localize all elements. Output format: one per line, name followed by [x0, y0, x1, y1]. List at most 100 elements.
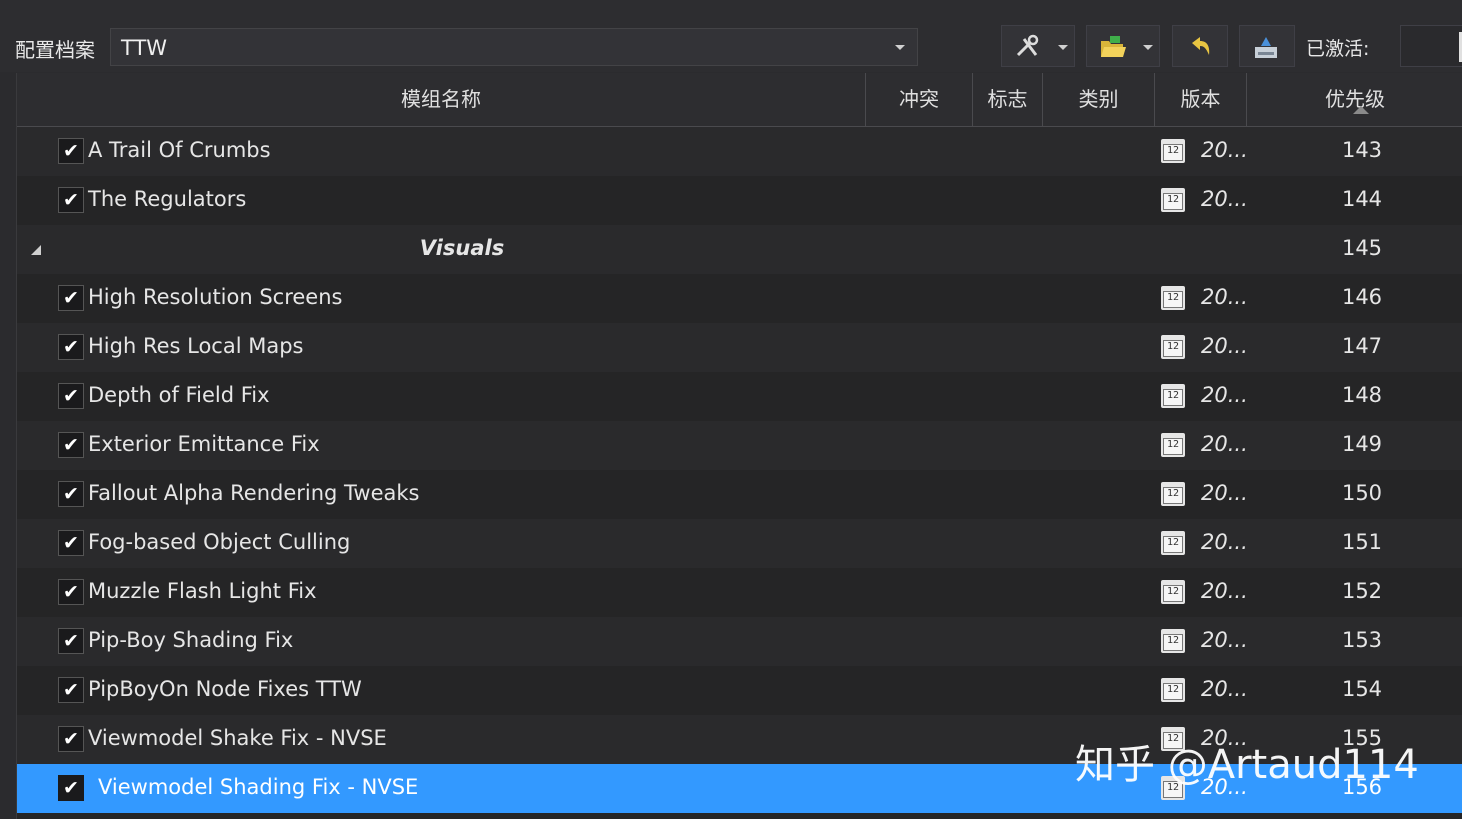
column-header-priority[interactable]: 优先级: [1247, 73, 1462, 126]
profile-label: 配置档案: [15, 38, 95, 62]
calendar-icon: 12: [1161, 678, 1185, 702]
table-row[interactable]: ✔ PipBoyOn Node Fixes TTW 12 20... 154: [17, 666, 1462, 715]
enable-checkbox[interactable]: ✔: [58, 432, 84, 458]
enable-checkbox[interactable]: ✔: [58, 481, 84, 507]
mod-priority: 150: [1341, 481, 1383, 505]
table-row[interactable]: ✔ A Trail Of Crumbs 12 20... 143: [17, 127, 1462, 176]
calendar-icon-text: 12: [1166, 537, 1180, 548]
mod-name: The Regulators: [88, 187, 247, 211]
mod-list-header: 模组名称 冲突 标志 类别 版本 优先级: [17, 73, 1462, 127]
profile-select[interactable]: TTW: [110, 28, 918, 66]
enable-checkbox[interactable]: ✔: [58, 334, 84, 360]
open-folder-button[interactable]: [1086, 25, 1160, 67]
column-header-conflicts[interactable]: 冲突: [866, 73, 973, 126]
calendar-icon-text: 12: [1166, 194, 1180, 205]
mod-priority: 153: [1341, 628, 1383, 652]
enable-checkbox[interactable]: ✔: [58, 579, 84, 605]
mod-priority: 145: [1341, 236, 1383, 260]
mod-priority: 149: [1341, 432, 1383, 456]
separator-label: Visuals: [419, 236, 505, 260]
calendar-icon: 12: [1161, 188, 1185, 212]
enable-checkbox[interactable]: ✔: [58, 628, 84, 654]
calendar-icon: 12: [1161, 139, 1185, 163]
mod-version: 20...: [1201, 481, 1248, 505]
mod-name: PipBoyOn Node Fixes TTW: [88, 677, 362, 701]
restore-backup-button[interactable]: [1172, 25, 1228, 67]
table-row[interactable]: ✔ Exterior Emittance Fix 12 20... 149: [17, 421, 1462, 470]
chevron-down-icon: [895, 45, 905, 50]
chevron-down-icon: [1058, 45, 1068, 50]
tools-button[interactable]: [1001, 25, 1075, 67]
calendar-icon: 12: [1161, 384, 1185, 408]
mod-name: High Res Local Maps: [88, 334, 304, 358]
calendar-icon: 12: [1161, 629, 1185, 653]
calendar-icon: 12: [1161, 482, 1185, 506]
table-row[interactable]: ✔ The Regulators 12 20... 144: [17, 176, 1462, 225]
mod-version: 20...: [1201, 187, 1248, 211]
calendar-icon-text: 12: [1166, 586, 1180, 597]
calendar-icon-text: 12: [1166, 488, 1180, 499]
calendar-icon-text: 12: [1166, 635, 1180, 646]
mod-version: 20...: [1201, 383, 1248, 407]
sort-ascending-icon: [1353, 106, 1369, 114]
mod-priority: 144: [1341, 187, 1383, 211]
table-row[interactable]: ✔ Muzzle Flash Light Fix 12 20... 152: [17, 568, 1462, 617]
mod-name: A Trail Of Crumbs: [88, 138, 271, 162]
mod-version: 20...: [1201, 579, 1248, 603]
mod-version: 20...: [1201, 285, 1248, 309]
undo-icon: [1192, 37, 1210, 55]
table-row[interactable]: ✔ Fog-based Object Culling 12 20... 151: [17, 519, 1462, 568]
table-row[interactable]: ✔ High Resolution Screens 12 20... 146: [17, 274, 1462, 323]
mod-name: Muzzle Flash Light Fix: [88, 579, 317, 603]
separator-row[interactable]: Visuals 145: [17, 225, 1462, 274]
column-header-name[interactable]: 模组名称: [17, 73, 866, 126]
profile-select-value: TTW: [121, 36, 168, 60]
mod-name: Viewmodel Shake Fix - NVSE: [88, 726, 387, 750]
enable-checkbox[interactable]: ✔: [58, 677, 84, 703]
enable-checkbox[interactable]: ✔: [58, 187, 84, 213]
calendar-icon: 12: [1161, 531, 1185, 555]
column-header-category[interactable]: 类别: [1043, 73, 1155, 126]
table-row[interactable]: ✔ Depth of Field Fix 12 20... 148: [17, 372, 1462, 421]
mod-version: 20...: [1201, 530, 1248, 554]
column-header-version[interactable]: 版本: [1155, 73, 1247, 126]
mod-priority: 148: [1341, 383, 1383, 407]
mod-name: High Resolution Screens: [88, 285, 343, 309]
mod-priority: 151: [1341, 530, 1383, 554]
table-row[interactable]: ✔ Pip-Boy Shading Fix 12 20... 153: [17, 617, 1462, 666]
calendar-icon-text: 12: [1166, 684, 1180, 695]
calendar-icon-text: 12: [1166, 292, 1180, 303]
mod-version: 20...: [1201, 138, 1248, 162]
calendar-icon: 12: [1161, 335, 1185, 359]
enable-checkbox[interactable]: ✔: [58, 138, 84, 164]
mod-name: Fog-based Object Culling: [88, 530, 351, 554]
mod-name: Fallout Alpha Rendering Tweaks: [88, 481, 420, 505]
mod-list: 模组名称 冲突 标志 类别 版本 优先级 ✔ A Trail Of Crumbs 1…: [16, 73, 1462, 819]
mod-priority: 143: [1341, 138, 1383, 162]
column-header-flags[interactable]: 标志: [973, 73, 1043, 126]
calendar-icon-text: 12: [1166, 145, 1180, 156]
mod-priority: 152: [1341, 579, 1383, 603]
mod-version: 20...: [1201, 677, 1248, 701]
mod-name: Exterior Emittance Fix: [88, 432, 320, 456]
mod-priority: 154: [1341, 677, 1383, 701]
mod-version: 20...: [1201, 432, 1248, 456]
calendar-icon: 12: [1161, 286, 1185, 310]
table-row[interactable]: ✔ High Res Local Maps 12 20... 147: [17, 323, 1462, 372]
enable-checkbox[interactable]: ✔: [58, 726, 84, 752]
enable-checkbox[interactable]: ✔: [58, 775, 84, 801]
table-row[interactable]: ✔ Fallout Alpha Rendering Tweaks 12 20... 15…: [17, 470, 1462, 519]
folder-icon: [1101, 36, 1126, 57]
create-backup-button[interactable]: [1239, 25, 1295, 67]
calendar-icon: 12: [1161, 433, 1185, 457]
mod-priority: 147: [1341, 334, 1383, 358]
calendar-icon-text: 12: [1166, 390, 1180, 401]
enable-checkbox[interactable]: ✔: [58, 383, 84, 409]
calendar-icon: 12: [1161, 580, 1185, 604]
watermark: 知乎 @Artaud114: [1075, 742, 1419, 788]
chevron-down-icon: [1143, 45, 1153, 50]
active-label: 已激活:: [1306, 38, 1370, 60]
enable-checkbox[interactable]: ✔: [58, 285, 84, 311]
calendar-icon-text: 12: [1166, 341, 1180, 352]
enable-checkbox[interactable]: ✔: [58, 530, 84, 556]
